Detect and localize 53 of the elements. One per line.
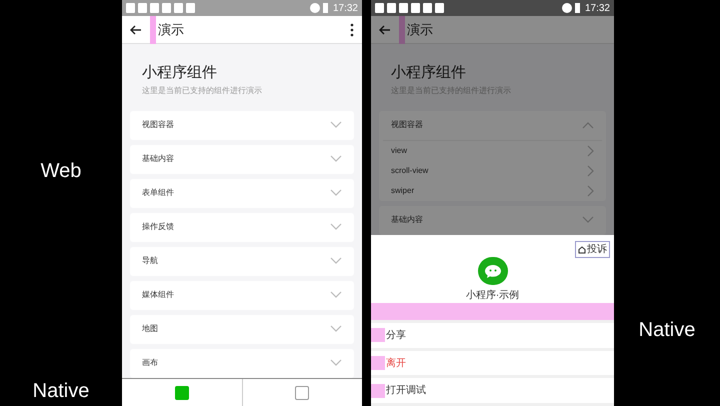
section-header[interactable]: 导航: [130, 246, 354, 276]
list-item[interactable]: scroll-view: [379, 160, 606, 180]
status-time: 17:32: [584, 2, 610, 16]
nav-title: 演示: [158, 20, 184, 39]
section-header[interactable]: 视图容器: [379, 110, 606, 140]
chevron-down-icon: [330, 291, 342, 299]
section-header[interactable]: 基础内容: [379, 206, 606, 234]
complaint-button[interactable]: 投诉: [575, 241, 610, 258]
chevron-down-icon: [330, 325, 342, 333]
battery-icon: [322, 3, 328, 13]
chat-bubble-icon: [478, 257, 508, 285]
page-title: 小程序组件: [141, 63, 218, 83]
section-header[interactable]: 表单组件: [130, 178, 354, 208]
side-label: Native: [638, 318, 696, 343]
status-icon: [310, 3, 320, 13]
status-icon: [562, 3, 572, 13]
chevron-right-icon: [587, 144, 594, 156]
chevron-down-icon: [330, 155, 342, 163]
list-item[interactable]: swiper: [379, 180, 606, 200]
chevron-right-icon: [587, 164, 594, 176]
chevron-down-icon: [330, 257, 342, 265]
tab-icon[interactable]: [295, 386, 310, 400]
back-icon[interactable]: [130, 22, 144, 36]
chevron-down-icon: [330, 121, 342, 129]
more-icon[interactable]: [350, 22, 354, 36]
chevron-down-icon: [330, 189, 342, 197]
section-header[interactable]: 画布: [130, 348, 354, 378]
marker-strip: [399, 16, 405, 44]
battery-icon: [574, 3, 580, 13]
nav-title: 演示: [407, 20, 433, 39]
status-time: 17:32: [332, 2, 358, 16]
section-header[interactable]: 媒体组件: [130, 280, 354, 310]
page-title: 小程序组件: [390, 63, 467, 83]
side-label: Native: [32, 379, 90, 404]
section-header[interactable]: 操作反馈: [130, 212, 354, 242]
chevron-down-icon: [582, 216, 594, 224]
app-name: 小程序·示例: [466, 288, 520, 303]
chevron-up-icon: [582, 121, 594, 129]
page-subtitle: 这里是当前已支持的组件进行演示: [141, 84, 263, 96]
chevron-down-icon: [330, 359, 342, 367]
list-item[interactable]: view: [379, 140, 606, 160]
home-icon: [578, 246, 586, 254]
action-item[interactable]: 打开调试: [371, 378, 614, 403]
marker-strip: [150, 16, 156, 44]
action-item[interactable]: 分享: [371, 323, 614, 348]
chevron-down-icon: [330, 223, 342, 231]
tab-icon[interactable]: [174, 386, 189, 400]
section-header[interactable]: 基础内容: [130, 144, 354, 174]
section-header[interactable]: 地图: [130, 314, 354, 344]
action-item[interactable]: 离开: [371, 350, 614, 376]
chevron-right-icon: [587, 184, 594, 196]
section-header[interactable]: 视图容器: [130, 110, 354, 140]
side-label: Web: [40, 159, 82, 184]
